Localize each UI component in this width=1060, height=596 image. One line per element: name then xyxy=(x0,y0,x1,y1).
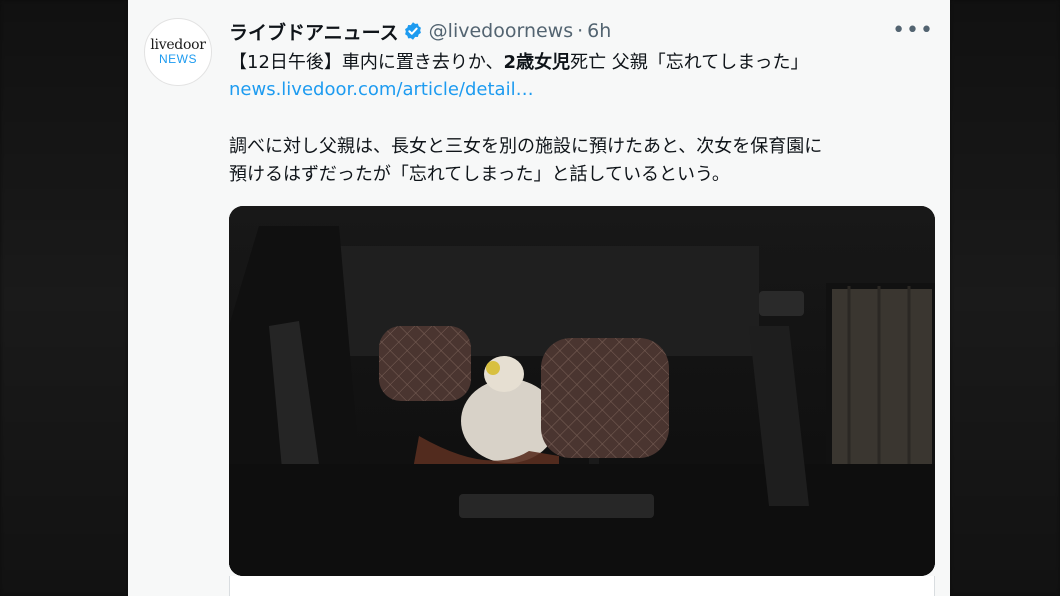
handle[interactable]: @livedoornews xyxy=(429,20,573,42)
tweet-headline: 【12日午後】車内に置き去りか、2歳女児死亡 父親「忘れてしまった」 xyxy=(229,48,809,74)
tweet-header: ライブドアニュース @livedoornews · 6h xyxy=(229,17,611,45)
background-left-blur xyxy=(0,0,128,596)
headline-prefix: 【12日午後】車内に置き去りか、 xyxy=(229,52,504,73)
article-link[interactable]: news.livedoor.com/article/detail… xyxy=(229,79,534,100)
verified-badge-icon xyxy=(404,22,421,40)
tweet-body: 調べに対し父親は、長女と三女を別の施設に預けたあと、次女を保育園に 預けるはずだ… xyxy=(229,133,929,189)
car-interior-photo xyxy=(229,206,935,576)
display-name[interactable]: ライブドアニュース xyxy=(229,18,399,45)
headline-suffix: 死亡 父親「忘れてしまった」 xyxy=(570,52,809,73)
avatar-logo-line1: livedoor xyxy=(150,37,206,53)
separator-dot: · xyxy=(577,20,584,42)
background-right-blur xyxy=(950,0,1060,596)
timestamp[interactable]: 6h xyxy=(587,20,611,42)
more-options-icon[interactable]: ••• xyxy=(892,18,934,43)
avatar-logo-line2: NEWS xyxy=(159,52,197,66)
link-card-preview[interactable] xyxy=(229,576,935,596)
tweet-photo[interactable] xyxy=(229,206,935,576)
body-line-2: 預けるはずだったが「忘れてしまった」と話しているという。 xyxy=(229,164,730,185)
avatar[interactable]: livedoor NEWS xyxy=(144,18,212,86)
body-line-1: 調べに対し父親は、長女と三女を別の施設に預けたあと、次女を保育園に xyxy=(229,136,823,157)
headline-bold: 2歳女児 xyxy=(503,52,571,73)
tweet-card[interactable]: livedoor NEWS ライブドアニュース @livedoornews · … xyxy=(128,0,950,596)
